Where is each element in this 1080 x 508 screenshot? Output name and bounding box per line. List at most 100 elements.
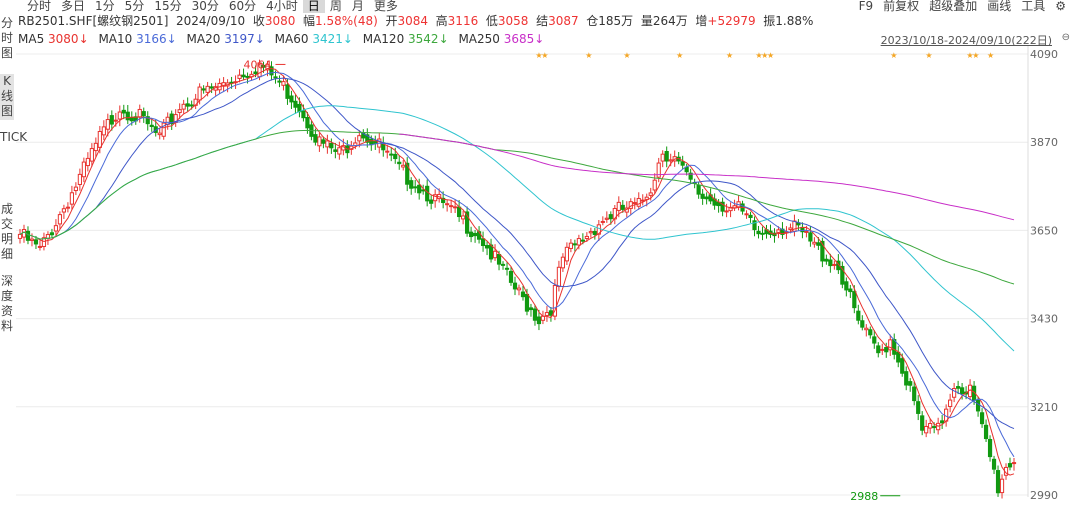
tab-more[interactable]: 更多 (369, 0, 403, 13)
candle-body (924, 425, 929, 434)
candle-body (429, 199, 434, 204)
sidebar-item-fenshi[interactable]: 分时图 (0, 16, 14, 64)
candle-body (864, 327, 869, 331)
range-toggle-icon[interactable]: ⊖ (1062, 32, 1070, 43)
candle-body (975, 400, 981, 412)
candle-body (616, 201, 621, 211)
candle-body (824, 258, 829, 262)
candle-body (401, 164, 406, 168)
candle-body (696, 184, 701, 195)
candle-body (65, 206, 71, 209)
candle-body (413, 186, 418, 189)
overlay-button[interactable]: 超级叠加 (929, 0, 977, 13)
date-range[interactable]: 2023/10/18-2024/09/10(222日) (881, 32, 1052, 48)
candle-body (77, 173, 82, 185)
candle-body (804, 230, 809, 233)
ma120-line (19, 129, 1015, 285)
tab-fenshi[interactable]: 分时 (22, 0, 56, 13)
candle-body (85, 157, 90, 167)
candle-body (896, 351, 901, 363)
oi-label: 仓 (586, 14, 599, 28)
sidebar-item-depth[interactable]: 深度资料 (0, 274, 14, 336)
candle-body (876, 345, 881, 354)
candle-body (572, 243, 577, 246)
candle-body (860, 320, 865, 328)
candle-body (317, 136, 322, 147)
candle-body (189, 104, 194, 107)
candle-body (305, 117, 310, 129)
candle-body (321, 139, 326, 144)
tab-1min[interactable]: 1分 (90, 0, 120, 13)
tab-multiday[interactable]: 多日 (56, 0, 90, 13)
candle-body (540, 315, 546, 321)
candle-body (449, 205, 454, 208)
candle-body (991, 458, 997, 470)
low-label: 低 (485, 14, 498, 28)
candle-body (109, 115, 114, 125)
tab-monthly[interactable]: 月 (347, 0, 369, 13)
ma250-name: MA250 (458, 32, 500, 46)
candle-body (357, 135, 362, 142)
tab-daily[interactable]: 日 (302, 0, 325, 13)
ma120-value: 3542↓ (408, 32, 449, 46)
tab-5min[interactable]: 5分 (120, 0, 150, 13)
candle-body (608, 214, 613, 220)
candle-body (1007, 463, 1013, 468)
tab-60min[interactable]: 60分 (224, 0, 261, 13)
tab-4hour[interactable]: 4小时 (261, 0, 303, 13)
candle-body (425, 185, 430, 202)
candle-body (536, 316, 542, 325)
candle-body (325, 140, 330, 148)
candle-body (908, 381, 913, 386)
amp-value: 1.88% (775, 14, 814, 28)
candle-body (277, 80, 282, 83)
candle-body (632, 202, 637, 205)
tab-weekly[interactable]: 周 (325, 0, 347, 13)
candle-body (828, 259, 833, 267)
y-tick-label: 3210 (1030, 401, 1058, 414)
candle-body (640, 199, 645, 202)
y-tick-label: 3430 (1030, 313, 1058, 326)
ma20-line (67, 77, 1015, 430)
tools-button[interactable]: 工具 (1021, 0, 1045, 13)
tab-30min[interactable]: 30分 (187, 0, 224, 13)
star-icon: ★ (541, 51, 548, 60)
draw-button[interactable]: 画线 (987, 0, 1011, 13)
sidebar-item-kline[interactable]: K线图 (0, 74, 14, 120)
y-tick-label: 2990 (1030, 489, 1058, 502)
ma10-name: MA10 (98, 32, 133, 46)
star-icon: ★ (925, 51, 932, 60)
candle-body (576, 238, 581, 246)
candle-body (756, 230, 761, 235)
symbol: RB2501.SHF[螺纹钢2501] (18, 14, 169, 28)
candle-body (884, 346, 889, 353)
candle-body (516, 287, 522, 291)
candle-body (453, 206, 458, 209)
candle-body (492, 250, 498, 259)
gear-icon[interactable]: ⚙ (1055, 0, 1066, 13)
candle-body (604, 217, 609, 220)
low-value: 3058 (497, 14, 529, 28)
candle-body (157, 132, 162, 136)
period-tabs: 分时 多日 1分 5分 15分 30分 60分 4小时 日 周 月 更多 (22, 0, 403, 13)
event-stars: ★★ ★ ★ ★ ★ ★★★ ★ ★ ★★ ★ (535, 51, 994, 60)
ma20-legend: MA20 3197↓ (187, 32, 265, 46)
tab-15min[interactable]: 15分 (149, 0, 186, 13)
candle-body (397, 161, 402, 165)
y-tick-label: 4090 (1030, 48, 1058, 61)
kline-chart[interactable]: ★★ ★ ★ ★ ★ ★★★ ★ ★ ★★ ★ 409038703650343032102990 … (0, 0, 1080, 508)
sidebar-item-tick[interactable]: TICK (0, 130, 27, 192)
candle-body (101, 126, 106, 136)
f9-button[interactable]: F9 (859, 0, 874, 13)
candle-body (724, 210, 729, 213)
high-value: 3116 (447, 14, 479, 28)
adjust-button[interactable]: 前复权 (883, 0, 919, 13)
star-icon: ★ (987, 51, 994, 60)
sidebar-item-trades[interactable]: 成交明细 (0, 202, 14, 264)
candle-body (201, 88, 206, 91)
candle-body (620, 204, 625, 210)
candle-body (73, 186, 78, 192)
moving-averages (19, 67, 1015, 476)
candle-body (956, 386, 961, 389)
candle-body (868, 329, 873, 336)
